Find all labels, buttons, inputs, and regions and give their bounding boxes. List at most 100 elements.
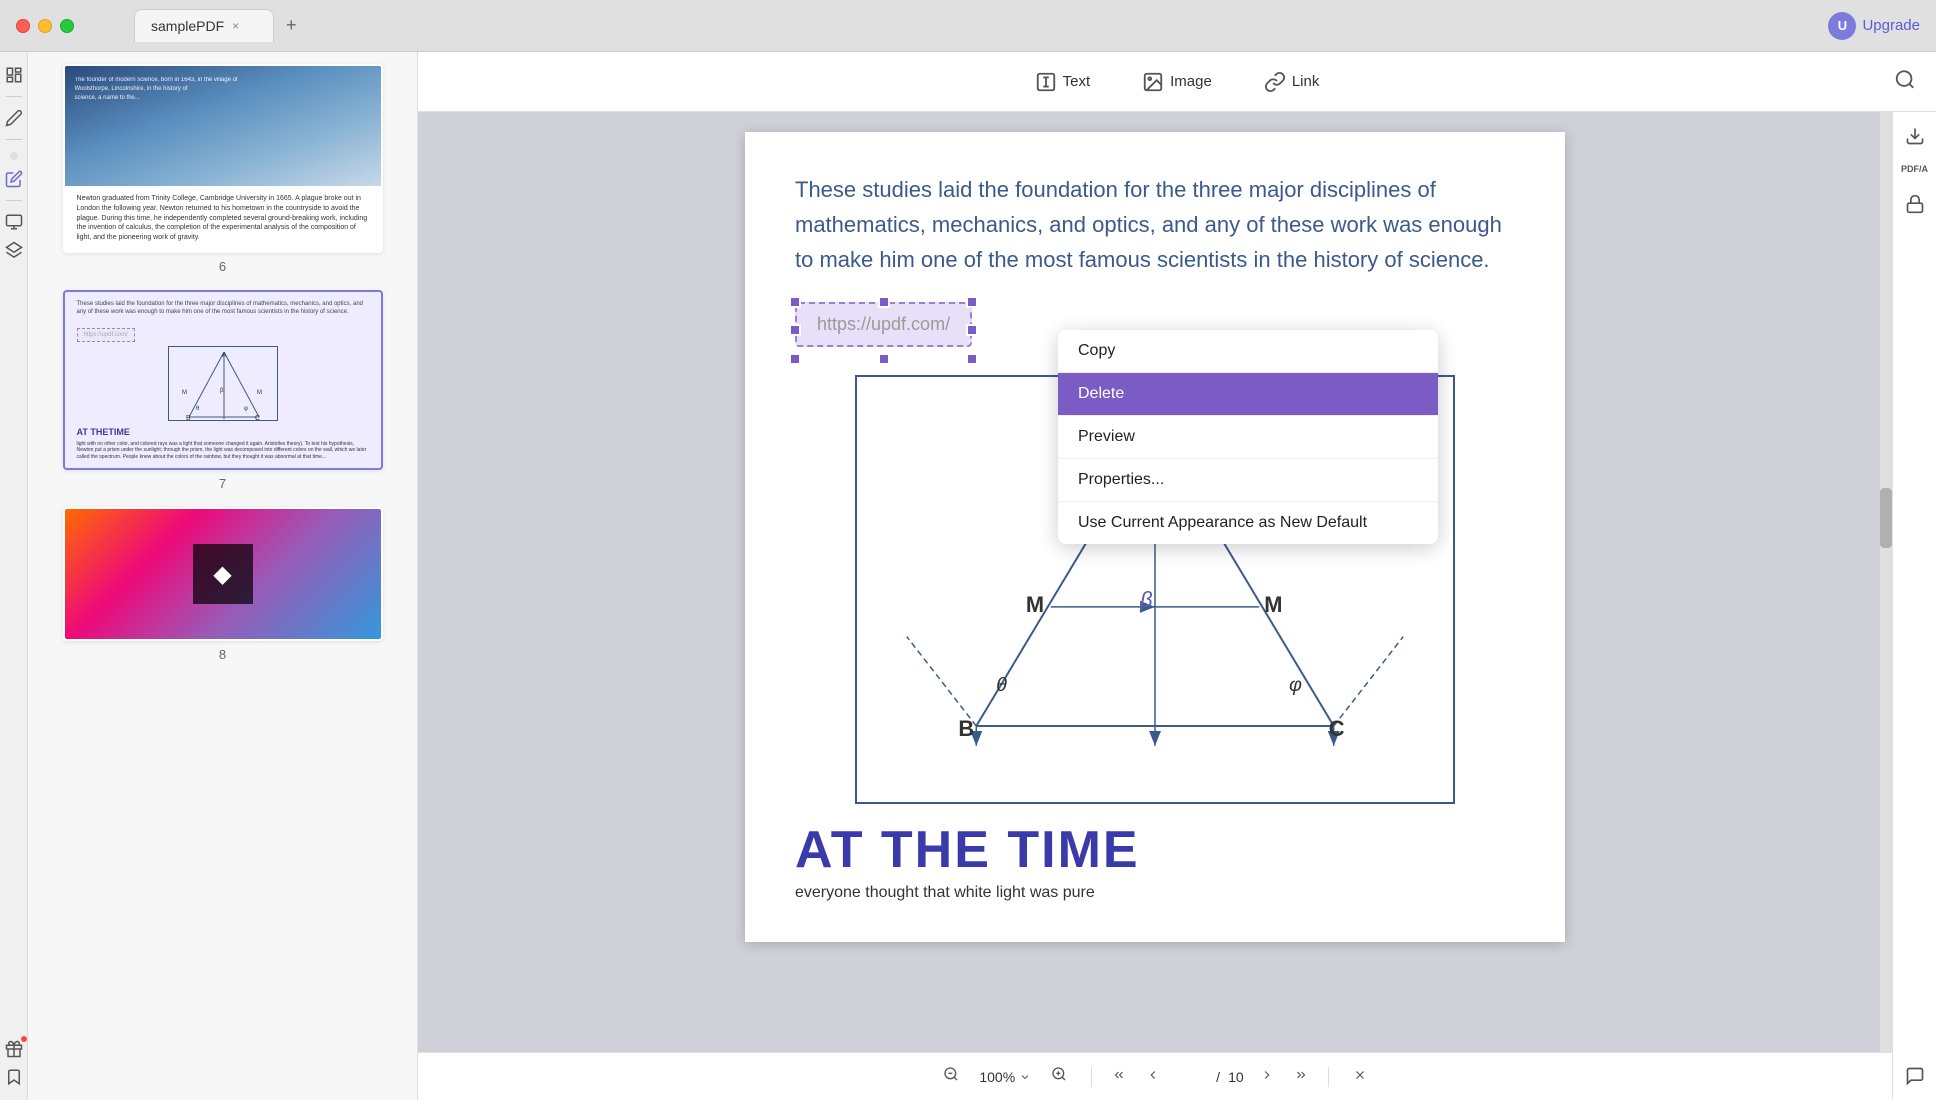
svg-text:M: M [1264,591,1282,616]
sidebar-divider-1 [6,96,22,97]
title-bar-right: U Upgrade [1828,12,1920,40]
new-tab-button[interactable]: + [278,11,305,40]
thumb7-title: AT THETIME [77,427,369,437]
handle-bl[interactable] [789,353,801,365]
zoom-level-display[interactable]: 100% [979,1069,1031,1085]
image-icon [1142,71,1164,93]
close-window-button[interactable] [16,19,30,33]
upgrade-button[interactable]: U Upgrade [1828,12,1920,40]
scroll-thumb[interactable] [1880,488,1892,548]
thumbnail-card-8[interactable]: ◆ [63,507,383,641]
handle-br[interactable] [966,353,978,365]
toolbar-divider-1 [1091,1067,1092,1087]
left-sidebar [0,52,28,1100]
top-toolbar: Text Image Link [418,52,1936,112]
handle-tl[interactable] [789,296,801,308]
url-display[interactable]: https://updf.com/ [795,302,972,347]
svg-text:B: B [958,715,974,740]
page-separator: / [1216,1069,1220,1085]
first-page-button[interactable] [1108,1066,1130,1087]
svg-text:C: C [1329,715,1345,740]
at-the-time-section: AT THE TIME [795,820,1515,880]
context-menu: Copy Delete Preview Properties... Use Cu… [1058,330,1438,544]
thumb8-image: ◆ [65,509,381,639]
text-tool-button[interactable]: Text [1025,65,1101,99]
context-menu-preview[interactable]: Preview [1058,416,1438,458]
next-page-button[interactable] [1256,1066,1278,1087]
context-menu-copy[interactable]: Copy [1058,330,1438,372]
link-label: Link [1292,73,1320,90]
handle-bm[interactable] [878,353,890,365]
sidebar-divider-2 [6,139,22,140]
right-sidebar-comments-icon[interactable] [1903,1064,1927,1088]
tab-close-button[interactable]: × [232,19,239,33]
svg-text:φ: φ [1289,674,1302,696]
last-page-button[interactable] [1290,1066,1312,1087]
thumbnail-item-7[interactable]: These studies laid the foundation for th… [40,290,405,491]
sidebar-icon-annotate[interactable] [3,168,25,190]
current-page-input[interactable]: 7 [1176,1069,1208,1085]
handle-ml[interactable] [789,324,801,336]
sidebar-icon-edit[interactable] [3,107,25,129]
right-sidebar-pdfa-icon[interactable]: PDF/A [1903,158,1927,182]
thumbnail-item-8[interactable]: ◆ 8 [40,507,405,662]
active-tab[interactable]: samplePDF × [134,9,274,42]
toolbar-divider-2 [1328,1067,1329,1087]
thumbnail-item-6[interactable]: The founder of modern science, born in 1… [40,64,405,274]
svg-text:A: A [222,352,227,359]
svg-text:B: B [186,415,191,422]
avatar: U [1828,12,1856,40]
sidebar-divider-3 [6,200,22,201]
right-sidebar: PDF/A [1892,112,1936,1100]
sidebar-icon-layers[interactable] [3,239,25,261]
link-tool-button[interactable]: Link [1254,65,1330,99]
context-menu-delete[interactable]: Delete [1058,373,1438,415]
svg-text:β: β [220,388,224,394]
zoom-out-button[interactable] [935,1062,967,1091]
url-link-element[interactable]: https://updf.com/ [795,302,972,359]
sidebar-icon-gift[interactable] [3,1038,25,1060]
context-menu-use-current-appearance[interactable]: Use Current Appearance as New Default [1058,502,1438,544]
prev-page-button[interactable] [1142,1066,1164,1087]
page-number-8: 8 [219,647,226,662]
maximize-window-button[interactable] [60,19,74,33]
svg-text:β: β [1139,586,1152,611]
intro-paragraph: These studies laid the foundation for th… [795,172,1515,278]
handle-mr[interactable] [966,324,978,336]
thumb7-content: These studies laid the foundation for th… [65,292,381,468]
title-bar: samplePDF × + U Upgrade [0,0,1936,52]
link-icon [1264,71,1286,93]
context-menu-properties[interactable]: Properties... [1058,459,1438,501]
zoom-dropdown-icon [1019,1071,1031,1083]
thumbnail-card-6[interactable]: The founder of modern science, born in 1… [63,64,383,253]
scroll-track [1880,112,1892,1052]
sidebar-icon-pages[interactable] [3,211,25,233]
main-content: These studies laid the foundation for th… [418,112,1892,1100]
handle-tm[interactable] [878,296,890,308]
svg-text:θ: θ [996,674,1007,696]
thumb7-body: light with no other color, and colored r… [77,441,369,461]
text-icon [1035,71,1057,93]
thumbnail-card-7[interactable]: These studies laid the foundation for th… [63,290,383,470]
tab-bar: samplePDF × + [134,9,305,42]
minimize-window-button[interactable] [38,19,52,33]
svg-text:C: C [255,415,260,422]
search-button[interactable] [1894,68,1916,95]
page-number-6: 6 [219,259,226,274]
close-toolbar-button[interactable] [1345,1064,1375,1089]
right-sidebar-lock-icon[interactable] [1903,192,1927,216]
handle-tr[interactable] [966,296,978,308]
text-label: Text [1063,73,1091,90]
svg-text:M: M [182,390,187,396]
bottom-paragraph: everyone thought that white light was pu… [795,884,1515,902]
total-pages: 10 [1228,1069,1244,1085]
right-sidebar-download-icon[interactable] [1903,124,1927,148]
thumbnail-panel: The founder of modern science, born in 1… [28,52,418,1100]
tab-title: samplePDF [151,18,224,34]
zoom-in-button[interactable] [1043,1062,1075,1091]
image-tool-button[interactable]: Image [1132,65,1222,99]
sidebar-icon-bookmark[interactable] [3,1066,25,1088]
sidebar-dot-indicator [10,152,18,160]
sidebar-icon-library[interactable] [3,64,25,86]
svg-text:θ: θ [196,406,200,412]
